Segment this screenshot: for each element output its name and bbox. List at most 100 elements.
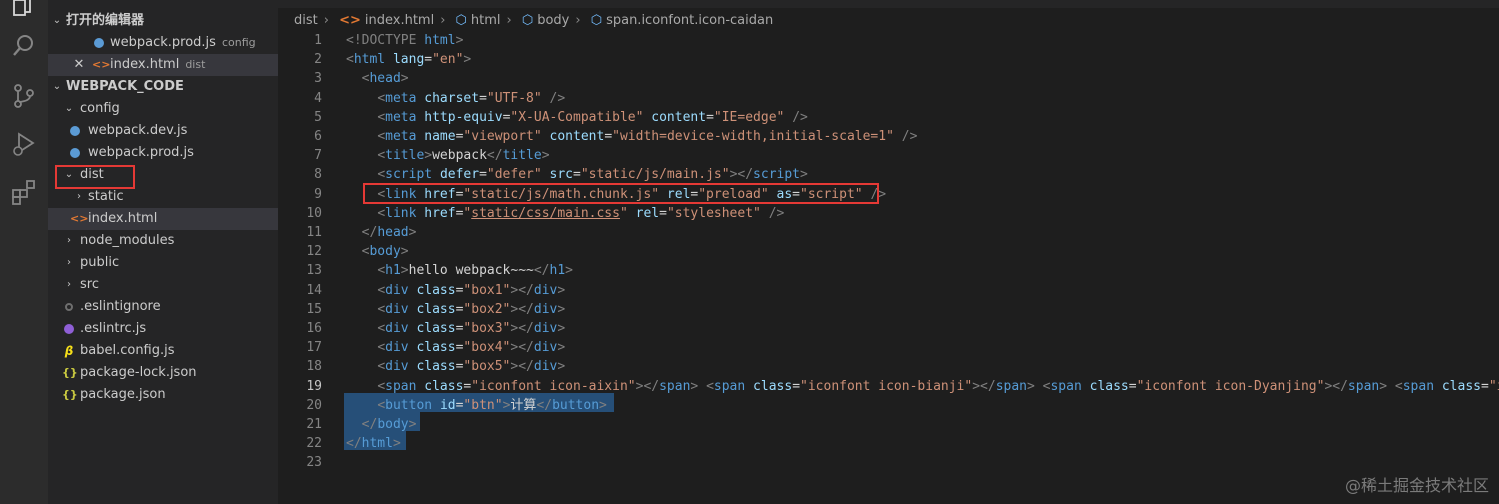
code-line[interactable]: <script defer="defer" src="static/js/mai… bbox=[346, 165, 808, 184]
code-token: lang bbox=[392, 52, 425, 68]
tree-file-eslintrc[interactable]: .eslintrc.js bbox=[48, 318, 278, 340]
code-line[interactable]: <title>webpack</title> bbox=[346, 146, 549, 165]
code-token: html bbox=[424, 33, 456, 48]
open-editor-item-webpack-prod[interactable]: webpack.prod.js config bbox=[48, 32, 278, 54]
code-token: /> bbox=[549, 90, 566, 106]
code-token: class bbox=[416, 321, 456, 336]
close-icon[interactable]: ✕ bbox=[72, 54, 86, 76]
code-line[interactable]: <div class="box5"></div> bbox=[346, 357, 565, 376]
code-line[interactable]: <link href="static/css/main.css" rel="st… bbox=[346, 204, 784, 223]
breadcrumb-body[interactable]: body bbox=[537, 13, 569, 28]
code-token: < bbox=[377, 148, 386, 164]
code-line[interactable]: <meta charset="UTF-8" /> bbox=[346, 89, 565, 108]
code-token: class bbox=[753, 378, 793, 394]
tree-file-eslintignore[interactable]: .eslintignore bbox=[48, 296, 278, 318]
code-line[interactable]: </head> bbox=[346, 223, 417, 242]
code-editor[interactable]: dist › <> index.html › ⬡ html › ⬡ body › ⬡ span.… bbox=[278, 0, 1499, 504]
code-token: hello webpack~~~ bbox=[408, 263, 534, 279]
code-line[interactable]: </body> bbox=[346, 415, 417, 434]
code-token: ></ bbox=[510, 340, 534, 356]
code-line[interactable]: <html lang="en"> bbox=[346, 50, 471, 69]
tree-file-index-html[interactable]: <> index.html bbox=[48, 208, 278, 230]
breadcrumb-index[interactable]: index.html bbox=[365, 13, 434, 28]
code-token: < bbox=[706, 378, 714, 394]
code-token: class bbox=[416, 359, 456, 375]
json-file-icon: {} bbox=[62, 388, 78, 401]
code-token: = bbox=[659, 205, 667, 221]
file-folder-hint: config bbox=[221, 36, 256, 49]
code-token: ></ bbox=[1324, 378, 1348, 394]
line-number: 12 bbox=[306, 244, 322, 260]
tree-folder-node-modules[interactable]: › node_modules bbox=[48, 230, 278, 252]
code-line[interactable]: <span class="iconfont icon-aixin"></span… bbox=[346, 377, 1499, 396]
code-line[interactable]: <div class="box1"></div> bbox=[346, 281, 565, 300]
code-token: = bbox=[573, 167, 581, 183]
line-number: 9 bbox=[314, 186, 322, 202]
code-token: <!DOCTYPE bbox=[346, 33, 425, 48]
code-token: div bbox=[533, 340, 558, 356]
code-line[interactable]: <body> bbox=[346, 242, 409, 261]
code-token: ></ bbox=[729, 167, 754, 183]
file-folder-hint: dist bbox=[185, 58, 206, 71]
search-icon[interactable] bbox=[10, 32, 38, 60]
code-token: = bbox=[479, 90, 487, 106]
code-line[interactable]: <div class="box2"></div> bbox=[346, 300, 565, 319]
open-editors-header[interactable]: ⌄ 打开的编辑器 bbox=[48, 10, 278, 32]
chevron-right-icon: › bbox=[323, 13, 329, 28]
tree-file-webpack-prod[interactable]: webpack.prod.js bbox=[48, 142, 278, 164]
code-token: meta bbox=[385, 90, 425, 106]
code-token: < bbox=[377, 397, 386, 413]
code-line[interactable]: <div class="box4"></div> bbox=[346, 338, 565, 357]
code-token: "X-UA-Compatible" bbox=[510, 109, 644, 125]
tree-folder-static[interactable]: › static bbox=[48, 186, 278, 208]
code-token: = bbox=[604, 129, 613, 144]
run-debug-icon[interactable] bbox=[10, 130, 38, 158]
code-token: title bbox=[502, 148, 542, 164]
open-editor-item-index-html[interactable]: ✕ <> index.html dist bbox=[48, 54, 278, 76]
code-token: < bbox=[377, 282, 386, 298]
code-line[interactable]: </html> bbox=[346, 434, 401, 453]
code-line[interactable]: <!DOCTYPE html> bbox=[346, 31, 463, 50]
tree-file-package-lock[interactable]: {} package-lock.json bbox=[48, 362, 278, 384]
code-token: < bbox=[377, 378, 386, 394]
babel-file-icon: β bbox=[64, 344, 74, 358]
tree-folder-public[interactable]: › public bbox=[48, 252, 278, 274]
breadcrumb-html[interactable]: html bbox=[471, 13, 501, 28]
code-token: < bbox=[377, 90, 386, 106]
code-line[interactable]: <meta name="viewport" content="width=dev… bbox=[346, 127, 917, 146]
workspace-header[interactable]: ⌄ WEBPACK_CODE bbox=[48, 76, 278, 98]
code-line[interactable]: <button id="btn">计算</button> bbox=[346, 396, 607, 415]
code-token: > bbox=[557, 282, 566, 298]
code-line[interactable]: <meta http-equiv = "X-UA-Compatible" conte… bbox=[346, 108, 808, 127]
code-token: class bbox=[1441, 378, 1481, 394]
code-line[interactable]: <h1>hello webpack~~~</h1> bbox=[346, 261, 573, 280]
code-token: > bbox=[392, 436, 401, 452]
tree-folder-src[interactable]: › src bbox=[48, 274, 278, 296]
tree-file-package-json[interactable]: {} package.json bbox=[48, 384, 278, 406]
extensions-icon[interactable] bbox=[10, 178, 38, 206]
breadcrumb-dist[interactable]: dist bbox=[294, 13, 318, 28]
source-control-icon[interactable] bbox=[10, 82, 38, 110]
code-token: "i bbox=[1488, 378, 1499, 394]
tree-file-webpack-dev[interactable]: webpack.dev.js bbox=[48, 120, 278, 142]
code-token: "stylesheet" bbox=[666, 205, 761, 221]
breadcrumb-span[interactable]: span.iconfont.icon-caidan bbox=[606, 13, 773, 28]
tree-folder-config[interactable]: ⌄ config bbox=[48, 98, 278, 120]
tree-file-babel-config[interactable]: β babel.config.js bbox=[48, 340, 278, 362]
code-token: > bbox=[800, 167, 808, 183]
chevron-right-icon: › bbox=[67, 235, 71, 246]
code-line[interactable]: <div class="box3"></div> bbox=[346, 319, 565, 338]
code-line[interactable]: <head> bbox=[346, 69, 409, 88]
chevron-right-icon: › bbox=[77, 191, 81, 202]
code-token: "IE=edge" bbox=[713, 109, 785, 125]
explorer-icon[interactable] bbox=[10, 0, 38, 20]
line-number: 8 bbox=[314, 167, 322, 183]
